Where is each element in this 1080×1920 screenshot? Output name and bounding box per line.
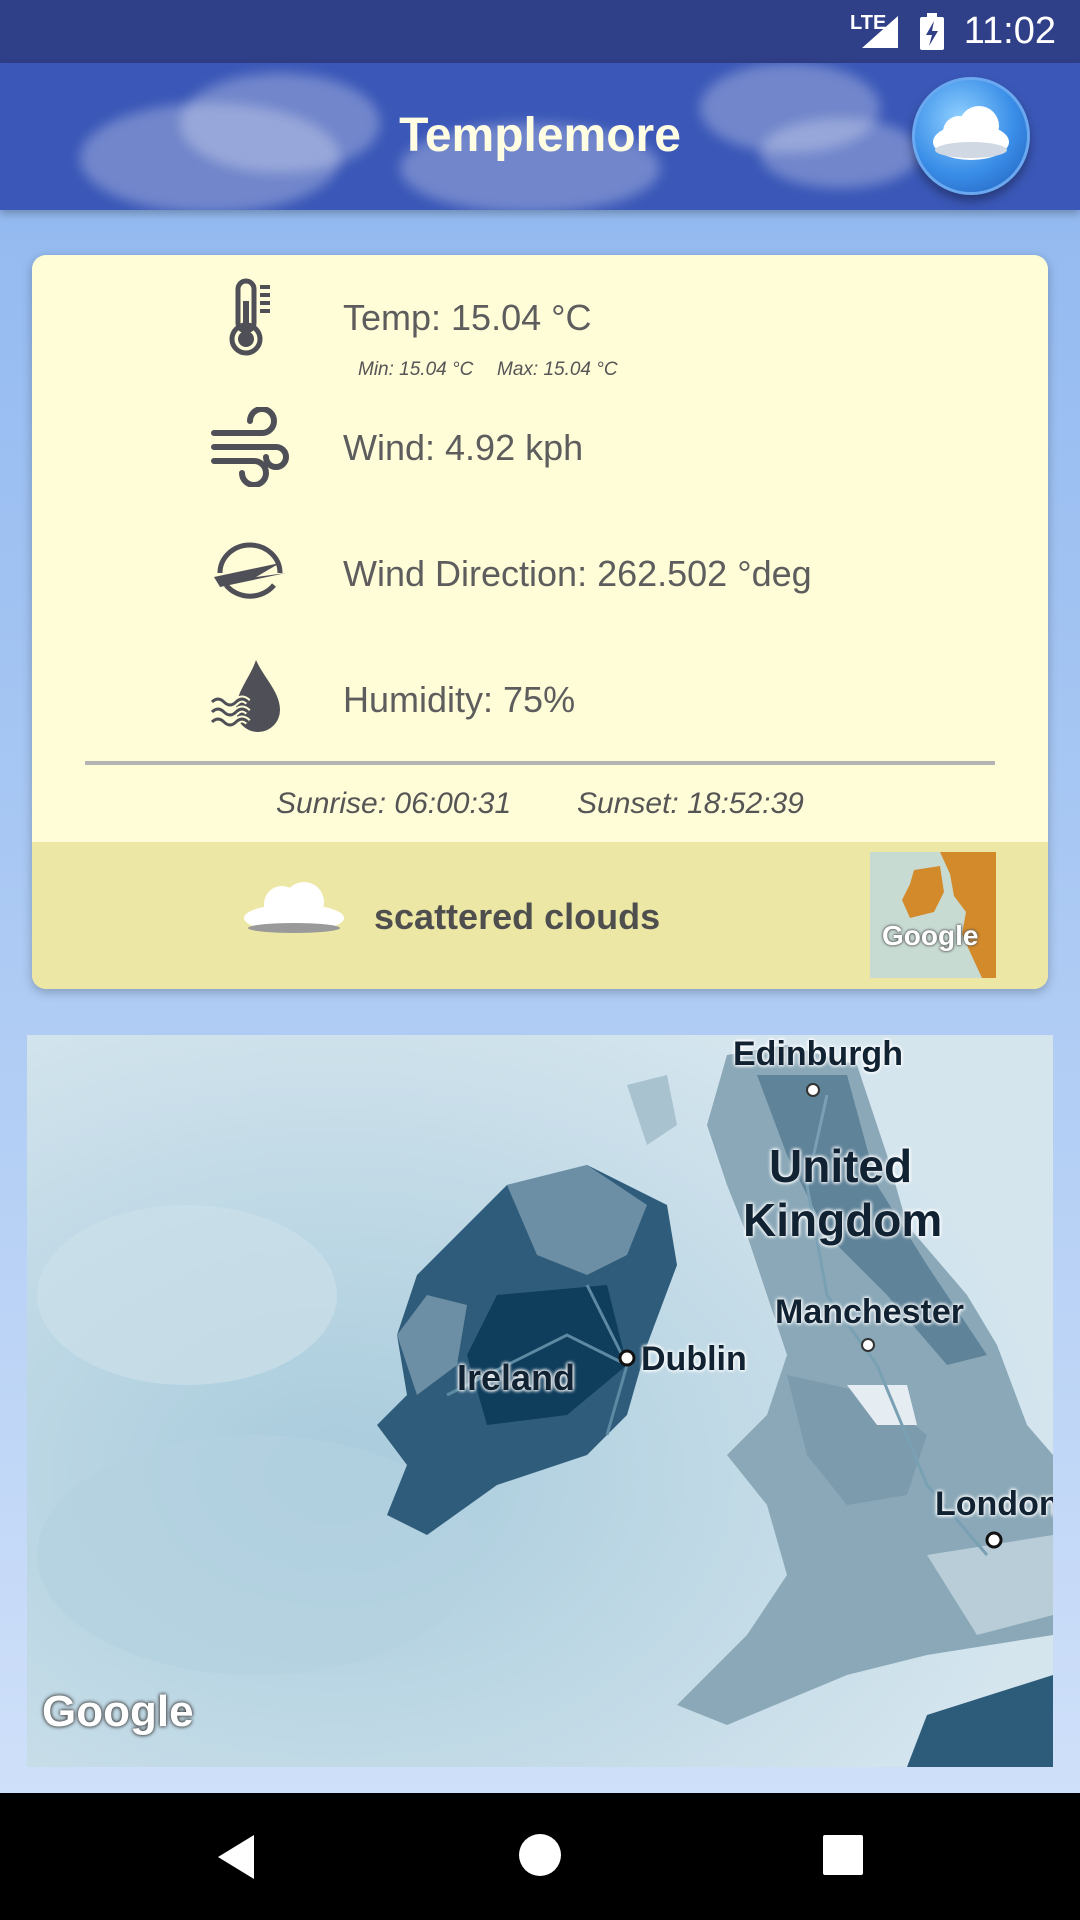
recents-icon[interactable]: [823, 1835, 863, 1875]
status-bar: LTE 11:02: [0, 0, 1080, 63]
condition-footer: scattered clouds Google: [32, 842, 1048, 989]
humidity-text: Humidity: 75%: [343, 679, 576, 720]
thermometer-icon: [229, 278, 270, 356]
map-label-edinburgh: Edinburgh: [733, 1035, 903, 1073]
map-thumbnail[interactable]: Google: [870, 852, 996, 978]
map-label-dublin: Dublin: [641, 1340, 747, 1378]
wind-direction-text: Wind Direction: 262.502 °deg: [343, 553, 812, 594]
wind-icon: [211, 407, 289, 487]
map-label-manchester: Manchester: [775, 1293, 964, 1331]
google-logo: Google: [42, 1687, 194, 1736]
battery-charging-icon: [920, 13, 944, 50]
min-temp-text: Min: 15.04 °C: [358, 359, 474, 380]
temperature-text: Temp: 15.04 °C: [343, 297, 592, 338]
sunrise-text: Sunrise: 06:00:31: [276, 787, 512, 820]
signal-icon: [862, 16, 898, 48]
map-thumbnail-image: [902, 852, 996, 978]
divider: [85, 761, 995, 765]
sunset-text: Sunset: 18:52:39: [577, 787, 804, 820]
navigation-bar: [0, 1793, 1080, 1920]
condition-description: scattered clouds: [374, 896, 661, 937]
cloud-icon: [933, 106, 1009, 160]
scattered-clouds-icon: [244, 882, 344, 933]
weather-card: Temp: 15.04 °C Min: 15.04 °C Max: 15.04 …: [32, 255, 1048, 989]
weather-map[interactable]: Edinburgh United Kingdom Manchester Irel…: [27, 1035, 1053, 1767]
back-icon[interactable]: [214, 1833, 258, 1881]
max-temp-text: Max: 15.04 °C: [497, 359, 618, 380]
map-label-uk: Kingdom: [743, 1194, 943, 1246]
home-icon[interactable]: [518, 1833, 562, 1877]
map-label-uk: United: [769, 1140, 913, 1192]
map-label-london: London: [935, 1485, 1053, 1523]
compass-icon: [214, 542, 286, 599]
refresh-weather-button[interactable]: [912, 77, 1030, 195]
humidity-icon: [210, 660, 280, 732]
clock: 11:02: [963, 10, 1056, 52]
wind-speed-text: Wind: 4.92 kph: [343, 427, 584, 468]
map-label-ireland: Ireland: [457, 1357, 576, 1398]
google-logo: Google: [882, 920, 979, 951]
